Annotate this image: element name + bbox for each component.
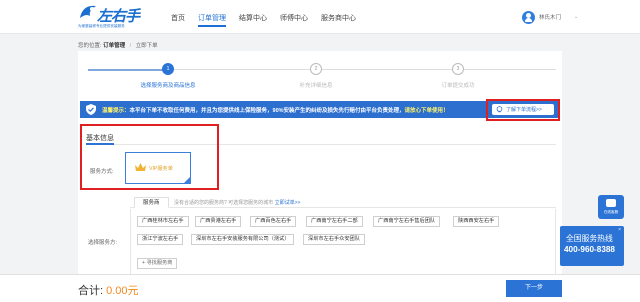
provider-chip[interactable]: 浙江宁波左右手 bbox=[137, 234, 184, 245]
step-line-3 bbox=[464, 69, 556, 70]
notice-banner: 温馨提示：本平台下单不收取任何费用，并且为您提供线上保险服务，90%安装产生的纠… bbox=[80, 101, 560, 118]
basic-info-divider bbox=[86, 143, 556, 145]
breadcrumb-current: 立即下单 bbox=[135, 43, 158, 49]
provider-chip[interactable]: 广西贵港左右手 bbox=[195, 216, 242, 227]
online-service-widget[interactable]: 在线客服 bbox=[598, 195, 624, 219]
logo-tagline: 为家庭装修专业提供安装服务 bbox=[78, 24, 125, 28]
user-avatar-icon bbox=[522, 10, 535, 24]
user-menu[interactable]: 林氏木门 ⌄ bbox=[522, 9, 578, 25]
logo-text: 左右手 bbox=[97, 7, 140, 25]
order-form-card: 1 2 3 选择服务商及商品信息 补充详细信息 订单提交成功 温馨提示：本平台下… bbox=[78, 51, 562, 281]
nav-home[interactable]: 首页 bbox=[171, 13, 185, 23]
main-nav: 首页 订单管理 结算中心 师傅中心 服务商中心 bbox=[171, 13, 369, 27]
notice-body: 本平台下单不收取任何费用，并且为您提供线上保险服务，90%安装产生的纠纷及损失先… bbox=[129, 108, 405, 114]
vip-order-option[interactable]: VIP服务单 bbox=[125, 152, 191, 184]
order-type-label: 服务方式: bbox=[90, 169, 114, 175]
provider-chip[interactable]: 深圳市左右手安装服务有限公司（测试） bbox=[191, 234, 295, 245]
step-2-dot: 2 bbox=[310, 63, 322, 75]
order-process-button[interactable]: 了解下单流程>> bbox=[492, 104, 554, 115]
footer-bar: 合计: 0.00元 下一步 bbox=[0, 274, 640, 302]
nav-settlement[interactable]: 结算中心 bbox=[239, 13, 267, 23]
nav-master-center[interactable]: 师傅中心 bbox=[280, 13, 308, 23]
total-amount: 0.00元 bbox=[106, 285, 139, 297]
provider-chip[interactable]: 广西百色左右手 bbox=[250, 216, 297, 227]
order-total: 合计: 0.00元 bbox=[78, 282, 139, 298]
provider-hint-text: 没有合适的您的服务商? 可选择您服务的城市 bbox=[174, 200, 274, 206]
vip-option-label: VIP服务单 bbox=[149, 166, 173, 172]
breadcrumb: 您的位置: 订单管理 / 立即下单 bbox=[78, 41, 158, 49]
provider-hint: 没有合适的您的服务商? 可选择您服务的城市 立即试单>> bbox=[174, 199, 300, 206]
step-line-1 bbox=[174, 69, 310, 70]
top-header: 左右手 为家庭装修专业提供安装服务 首页 订单管理 结算中心 师傅中心 服务商中… bbox=[0, 0, 640, 34]
logo-mark-icon bbox=[80, 5, 96, 18]
nav-order-management[interactable]: 订单管理 bbox=[198, 13, 226, 27]
provider-tabs: 服务商 没有合适的您的服务商? 可选择您服务的城市 立即试单>> bbox=[130, 196, 556, 208]
provider-chip[interactable]: 陕西西安左右手 bbox=[453, 216, 500, 227]
shield-check-icon bbox=[86, 104, 96, 115]
basic-info-title: 基本信息 bbox=[86, 135, 114, 142]
logo[interactable]: 左右手 为家庭装修专业提供安装服务 bbox=[78, 4, 144, 30]
step-1-dot: 1 bbox=[162, 63, 174, 75]
notice-highlight: 请放心下单使用！ bbox=[404, 108, 449, 114]
provider-chip[interactable]: 深圳市左右手众安团队 bbox=[303, 234, 365, 245]
nav-provider-center[interactable]: 服务商中心 bbox=[321, 13, 356, 23]
step-3-label: 订单提交成功 bbox=[441, 83, 475, 89]
chat-icon bbox=[606, 199, 616, 207]
total-label: 合计: bbox=[78, 285, 104, 297]
step-3-dot: 3 bbox=[452, 63, 464, 75]
service-provider-label: 选择服务方: bbox=[88, 240, 118, 246]
notice-prefix: 温馨提示： bbox=[102, 108, 130, 114]
lightbulb-icon bbox=[496, 106, 503, 113]
hotline-number: 400-960-8388 bbox=[564, 245, 615, 254]
find-provider-button[interactable]: + 寻找服务商 bbox=[137, 258, 178, 269]
tab-service-provider[interactable]: 服务商 bbox=[134, 197, 169, 208]
trial-order-link[interactable]: 立即试单>> bbox=[275, 200, 301, 206]
provider-grid: 广西桂林市左右手 广西贵港左右手 广西百色左右手 广西南宁左右手二部 广西南宁左… bbox=[130, 209, 556, 275]
step-line-2 bbox=[322, 69, 452, 70]
provider-chip[interactable]: 广西桂林市左右手 bbox=[137, 216, 189, 227]
step-line-done bbox=[88, 68, 168, 71]
step-2-label: 补充详细信息 bbox=[299, 83, 333, 89]
breadcrumb-prefix: 您的位置: bbox=[78, 43, 102, 49]
step-1-label: 选择服务商及商品信息 bbox=[140, 83, 196, 89]
breadcrumb-separator: / bbox=[129, 43, 132, 49]
online-service-label: 在线客服 bbox=[603, 210, 619, 214]
hotline-title: 全国服务热线 bbox=[566, 234, 613, 243]
next-step-button[interactable]: 下一步 bbox=[506, 280, 562, 297]
provider-chip[interactable]: 广西南宁左右手二部 bbox=[306, 216, 363, 227]
provider-chip[interactable]: 广西南宁左右手售后团队 bbox=[373, 216, 441, 227]
close-icon[interactable]: × bbox=[618, 227, 621, 233]
hotline-widget: × 全国服务热线 400-960-8388 bbox=[560, 226, 624, 266]
notice-text: 温馨提示：本平台下单不收取任何费用，并且为您提供线上保险服务，90%安装产生的纠… bbox=[102, 106, 449, 114]
breadcrumb-order-management[interactable]: 订单管理 bbox=[103, 43, 125, 49]
selected-corner-icon bbox=[183, 176, 191, 184]
chevron-down-icon: ⌄ bbox=[574, 14, 579, 20]
user-name: 林氏木门 bbox=[539, 15, 562, 21]
order-process-label: 了解下单流程>> bbox=[506, 107, 542, 113]
crown-icon bbox=[135, 163, 146, 171]
